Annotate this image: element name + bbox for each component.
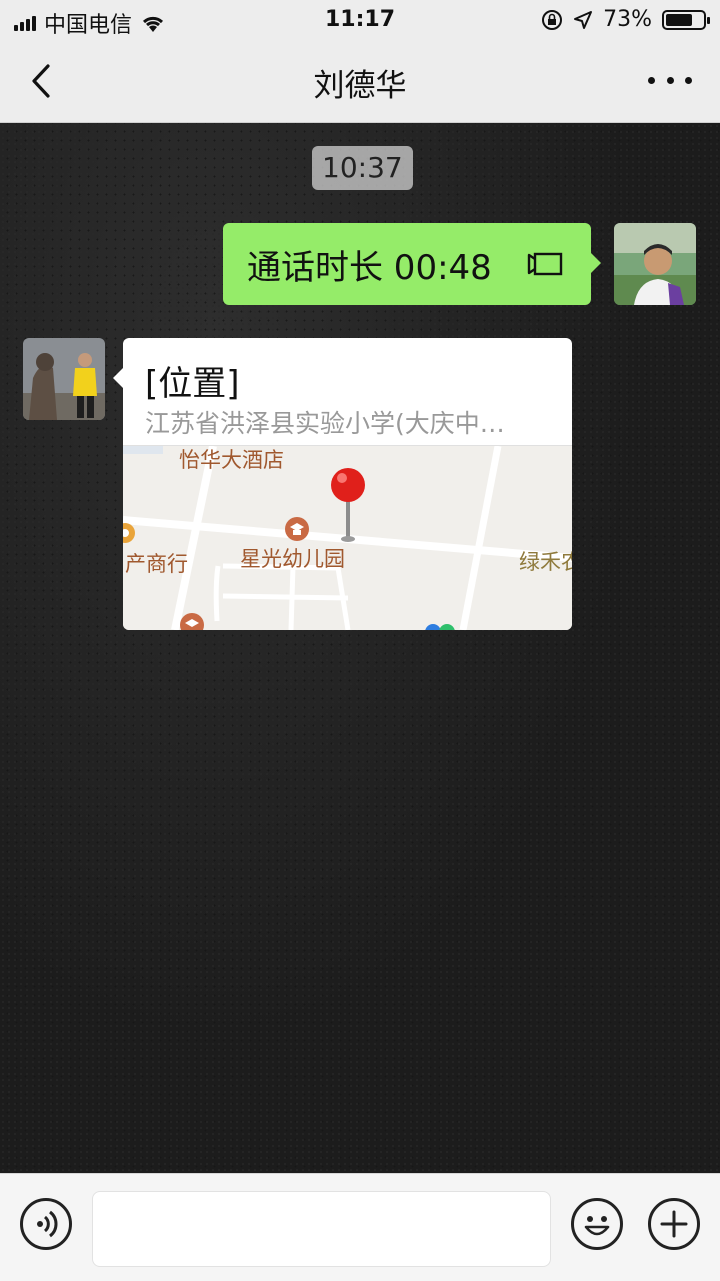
shop-poi-icon	[123, 523, 135, 543]
avatar-photo	[23, 338, 105, 420]
orientation-lock-icon	[542, 9, 563, 30]
location-title: [位置]	[145, 364, 240, 404]
chat-area[interactable]: 10:37 通话时长 00:48 [位置] 江苏省洪泽县实验小学(大庆中… 怡华…	[0, 123, 720, 1173]
call-duration-text: 通话时长 00:48	[247, 247, 492, 288]
map-label-shop: 产商行	[125, 552, 188, 576]
nav-bar: 刘德华	[0, 40, 720, 123]
battery-icon	[662, 9, 710, 30]
location-arrow-icon	[574, 10, 593, 29]
more-functions-button[interactable]	[648, 1198, 700, 1250]
chat-title: 刘德华	[313, 68, 407, 104]
more-button[interactable]	[648, 68, 692, 92]
emoji-button[interactable]	[571, 1198, 623, 1250]
more-dot-icon	[685, 76, 692, 84]
plus-icon	[660, 1210, 688, 1238]
my-avatar[interactable]	[614, 223, 696, 305]
message-input[interactable]	[92, 1191, 551, 1267]
status-right: 73%	[541, 7, 710, 32]
voice-icon	[37, 1210, 58, 1238]
poi-icon	[180, 613, 204, 630]
location-map[interactable]: 怡华大酒店 星光幼儿园 产商行 绿禾农	[123, 445, 572, 630]
map-pin-icon	[331, 468, 365, 542]
emoji-icon	[584, 1216, 610, 1236]
more-dot-icon	[666, 76, 674, 84]
map-label-kindergarten: 星光幼儿园	[240, 547, 345, 571]
location-bubble[interactable]: [位置] 江苏省洪泽县实验小学(大庆中… 怡华大酒店 星光幼儿园 产商行 绿禾	[113, 338, 572, 630]
video-call-icon	[527, 252, 563, 276]
location-address: 江苏省洪泽县实验小学(大庆中…	[145, 409, 505, 438]
transit-poi-icon	[425, 624, 455, 630]
more-dot-icon	[648, 76, 655, 84]
contact-avatar[interactable]	[23, 338, 105, 420]
battery-percent: 73%	[603, 7, 652, 32]
school-poi-icon	[285, 517, 309, 541]
map-label-hotel: 怡华大酒店	[179, 448, 284, 472]
avatar-photo	[614, 223, 696, 305]
status-bar: 中国电信 11:17 73%	[0, 0, 720, 40]
map-label-green: 绿禾农	[519, 550, 572, 574]
voice-button[interactable]	[20, 1198, 72, 1250]
battery-fill	[666, 13, 692, 26]
message-timestamp: 10:37	[312, 146, 413, 190]
input-bar	[0, 1173, 720, 1281]
call-record-bubble[interactable]: 通话时长 00:48	[223, 223, 601, 305]
